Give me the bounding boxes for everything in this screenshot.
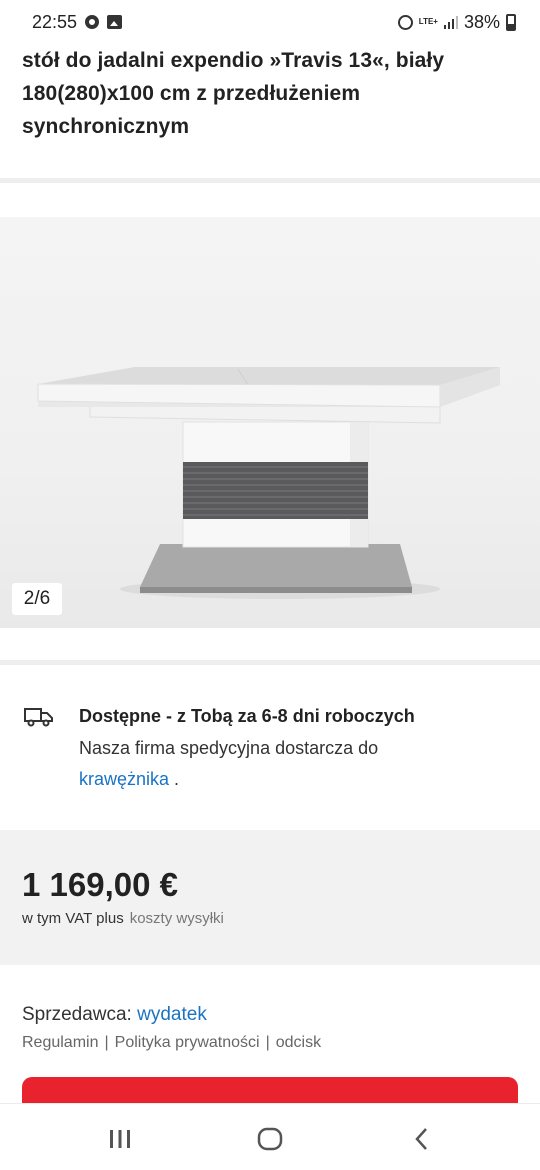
seller-name-link[interactable]: wydatek (137, 1004, 207, 1025)
image-counter: 2/6 (12, 583, 62, 615)
product-title: stół do jadalni expendio »Travis 13«, bi… (22, 44, 522, 143)
truck-icon (24, 708, 53, 727)
shipping-costs-link[interactable]: koszty wysyłki (130, 910, 224, 927)
withdrawal-link[interactable]: odcisk (276, 1034, 321, 1052)
price-section: 1 169,00 € w tym VAT plus koszty wysyłki (0, 830, 540, 965)
privacy-policy-link[interactable]: Polityka prywatności (115, 1034, 260, 1052)
product-image (37, 367, 500, 599)
status-time: 22:55 (32, 11, 78, 32)
product-title-line: stół do jadalni expendio »Travis 13«, bi… (22, 49, 445, 72)
seller-links: Regulamin | Polityka prywatności | odcis… (22, 1034, 321, 1052)
seller-label: Sprzedawca: (22, 1004, 138, 1025)
delivery-suffix: . (169, 769, 180, 789)
back-icon (415, 1128, 427, 1150)
delivery-title: Dostępne - z Tobą za 6-8 dni roboczych (79, 706, 415, 726)
product-image-gallery[interactable] (0, 217, 540, 628)
settings-icon (85, 15, 100, 29)
recent-apps-button[interactable] (100, 1124, 140, 1154)
terms-link[interactable]: Regulamin (22, 1034, 98, 1052)
product-price: 1 169,00 € (22, 866, 178, 903)
section-divider (0, 660, 540, 665)
recent-apps-icon (110, 1130, 130, 1148)
image-notification-icon (107, 15, 123, 29)
vat-label: w tym VAT plus (22, 910, 124, 927)
seller-info: Sprzedawca: wydatek (22, 1004, 207, 1026)
link-separator: | (104, 1034, 109, 1051)
delivery-line2: krawężnika . (79, 769, 179, 790)
link-separator: | (265, 1034, 270, 1051)
vat-info: w tym VAT plus koszty wysyłki (22, 910, 224, 927)
signal-icon (443, 15, 458, 29)
battery-icon (506, 13, 516, 31)
delivery-text: Nasza firma spedycyjna dostarcza do (79, 738, 379, 758)
section-divider (0, 178, 540, 183)
system-navigation-bar (0, 1103, 540, 1170)
network-type: LTE+ (418, 17, 438, 26)
delivery-info: Dostępne - z Tobą za 6-8 dni roboczych N… (0, 690, 540, 810)
home-button[interactable] (250, 1124, 290, 1154)
back-button[interactable] (402, 1124, 442, 1154)
curbside-link[interactable]: krawężnika (79, 769, 169, 789)
home-icon (257, 1127, 283, 1151)
alarm-icon (397, 14, 413, 30)
status-bar: 22:55 LTE+ 38% (0, 0, 540, 44)
product-title-line: synchronicznym (22, 115, 190, 138)
product-title-line: 180(280)x100 cm z przedłużeniem (22, 82, 361, 105)
battery-percent: 38% (463, 11, 500, 32)
